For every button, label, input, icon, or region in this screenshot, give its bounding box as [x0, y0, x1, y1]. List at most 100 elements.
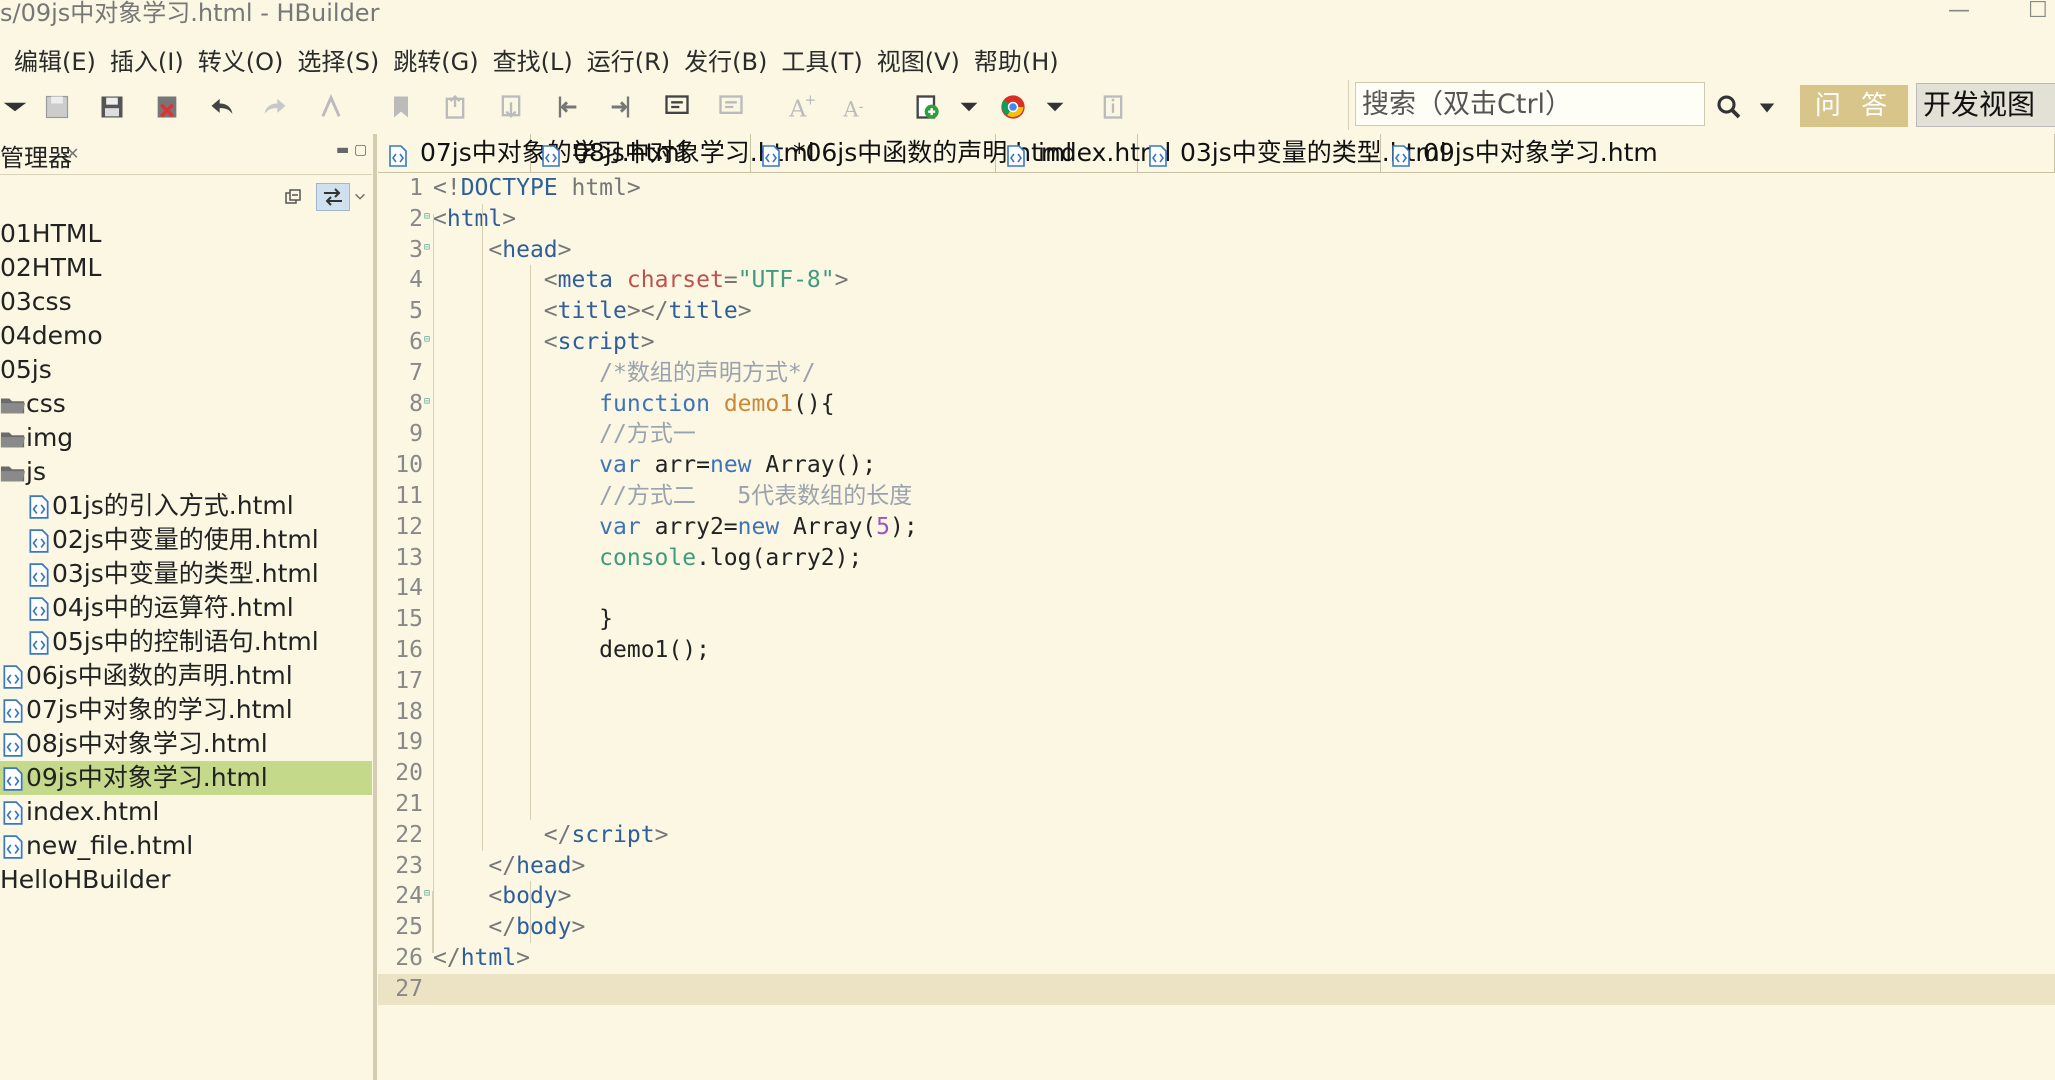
code-line[interactable]: 16 demo1();	[378, 635, 2055, 666]
file-item[interactable]: index.html	[0, 795, 372, 829]
project-item[interactable]: 05js	[0, 353, 372, 387]
file-item[interactable]: 05js中的控制语句.html	[0, 625, 372, 659]
link-editor-icon[interactable]	[316, 183, 350, 211]
editor-tab[interactable]: 08js中对象学习.html	[531, 134, 815, 172]
code-line[interactable]: 11 //方式二 5代表数组的长度	[378, 481, 2055, 512]
font-decrease-icon[interactable]: A-	[840, 92, 870, 122]
panel-splitter[interactable]	[373, 134, 377, 1080]
code-line[interactable]: 15 }	[378, 604, 2055, 635]
file-item[interactable]: 08js中对象学习.html	[0, 727, 372, 761]
redo-icon[interactable]	[260, 92, 290, 122]
code-line[interactable]: 9 //方式一	[378, 419, 2055, 450]
menu-insert[interactable]: 插入(I)	[110, 42, 184, 77]
code-line[interactable]: 5 <title></title>	[378, 296, 2055, 327]
save-icon[interactable]	[42, 92, 72, 122]
code-line[interactable]: 3 ⊟ <head>	[378, 235, 2055, 266]
code-line[interactable]: 26 </html>	[378, 943, 2055, 974]
comment-icon[interactable]	[662, 92, 692, 122]
folder-item[interactable]: css	[0, 387, 372, 421]
dev-view-button[interactable]: 开发视图	[1916, 83, 2055, 127]
menu-escape[interactable]: 转义(O)	[198, 42, 284, 77]
code-line[interactable]: 27	[378, 973, 2055, 1005]
editor-tab[interactable]: 03js中变量的类型.html	[1138, 134, 1447, 172]
minimize-panel-icon[interactable]: ▬	[336, 142, 349, 158]
undo-icon[interactable]	[207, 92, 237, 122]
code-line[interactable]: 25 </body>	[378, 912, 2055, 943]
new-dropdown-icon[interactable]	[954, 92, 984, 122]
search-dropdown-icon[interactable]	[1758, 100, 1776, 114]
file-item[interactable]: 04js中的运算符.html	[0, 591, 372, 625]
save-all-icon[interactable]	[97, 92, 127, 122]
file-item[interactable]: 09js中对象学习.html	[0, 761, 372, 795]
project-item[interactable]: 03css	[0, 285, 372, 319]
code-line[interactable]: 10 var arr=new Array();	[378, 450, 2055, 481]
editor-tab[interactable]: index.html	[996, 134, 1171, 172]
code-line[interactable]: 24 ⊟ <body>	[378, 881, 2055, 912]
format-icon[interactable]	[316, 92, 346, 122]
new-file-icon[interactable]	[912, 92, 942, 122]
project-item[interactable]: 01HTML	[0, 217, 372, 251]
code-line[interactable]: 12 var arry2=new Array(5);	[378, 512, 2055, 543]
menu-help[interactable]: 帮助(H)	[974, 42, 1059, 77]
dropdown-arrow-icon[interactable]	[0, 92, 30, 122]
jump-start-icon[interactable]	[552, 92, 582, 122]
jump-end-icon[interactable]	[606, 92, 636, 122]
font-increase-icon[interactable]: A+	[786, 92, 816, 122]
search-input[interactable]: 搜索（双击Ctrl）	[1355, 82, 1705, 126]
code-line[interactable]: 14	[378, 573, 2055, 604]
close-file-icon[interactable]	[152, 92, 182, 122]
menu-goto[interactable]: 跳转(G)	[393, 42, 478, 77]
editor-tab[interactable]: *06js中函数的声明.html	[751, 134, 1072, 172]
ask-button[interactable]: 问 答	[1800, 85, 1908, 127]
browser-run-icon[interactable]	[998, 92, 1028, 122]
code-editor[interactable]: 1 <!DOCTYPE html> 2 ⊟ <html> 3 ⊟ <head> 4 <meta…	[378, 173, 2055, 1080]
collapse-all-icon[interactable]	[278, 183, 308, 211]
code-line[interactable]: 8 ⊟ function demo1(){	[378, 389, 2055, 420]
minimize-button[interactable]: —	[1948, 0, 1970, 22]
code-line[interactable]: 7 /*数组的声明方式*/	[378, 358, 2055, 389]
view-menu-icon[interactable]	[350, 183, 370, 211]
menu-tools[interactable]: 工具(T)	[781, 42, 862, 77]
menu-publish[interactable]: 发行(B)	[684, 42, 767, 77]
menu-edit[interactable]: 编辑(E)	[14, 42, 96, 77]
prev-bookmark-icon[interactable]	[440, 92, 470, 122]
info-icon[interactable]	[1098, 92, 1128, 122]
code-line[interactable]: 2 ⊟ <html>	[378, 204, 2055, 235]
code-line[interactable]: 6 ⊟ <script>	[378, 327, 2055, 358]
uncomment-icon[interactable]	[716, 92, 746, 122]
editor-tab[interactable]: 07js中对象的学习.html	[378, 134, 687, 172]
menu-view[interactable]: 视图(V)	[877, 42, 960, 77]
folder-item[interactable]: img	[0, 421, 372, 455]
file-item[interactable]: new_file.html	[0, 829, 372, 863]
file-item[interactable]: 01js的引入方式.html	[0, 489, 372, 523]
folder-item[interactable]: js	[0, 455, 372, 489]
code-line[interactable]: 19	[378, 727, 2055, 758]
file-item[interactable]: 06js中函数的声明.html	[0, 659, 372, 693]
browser-dropdown-icon[interactable]	[1040, 92, 1070, 122]
code-line[interactable]: 23 </head>	[378, 851, 2055, 882]
menu-select[interactable]: 选择(S)	[297, 42, 379, 77]
menu-find[interactable]: 查找(L)	[493, 42, 573, 77]
code-line[interactable]: 13 console.log(arry2);	[378, 543, 2055, 574]
project-item[interactable]: 04demo	[0, 319, 372, 353]
file-item[interactable]: 02js中变量的使用.html	[0, 523, 372, 557]
menu-run[interactable]: 运行(R)	[587, 42, 670, 77]
next-bookmark-icon[interactable]	[496, 92, 526, 122]
code-line[interactable]: 20	[378, 758, 2055, 789]
code-line[interactable]: 21	[378, 789, 2055, 820]
code-line[interactable]: 4 <meta charset="UTF-8">	[378, 265, 2055, 296]
search-icon[interactable]	[1714, 92, 1744, 122]
project-item[interactable]: 02HTML	[0, 251, 372, 285]
close-panel-icon[interactable]: ✕	[66, 144, 79, 163]
code-line[interactable]: 1 <!DOCTYPE html>	[378, 173, 2055, 204]
code-line[interactable]: 18	[378, 697, 2055, 728]
maximize-button[interactable]: ☐	[2028, 0, 2048, 22]
file-item[interactable]: 07js中对象的学习.html	[0, 693, 372, 727]
project-item[interactable]: HelloHBuilder	[0, 863, 372, 897]
code-line[interactable]: 17	[378, 666, 2055, 697]
code-line[interactable]: 22 </script>	[378, 820, 2055, 851]
editor-tab[interactable]: 09js中对象学习.htm	[1381, 134, 2055, 172]
bookmark-icon[interactable]	[386, 92, 416, 122]
file-item[interactable]: 03js中变量的类型.html	[0, 557, 372, 591]
maximize-panel-icon[interactable]: ▢	[354, 142, 367, 158]
